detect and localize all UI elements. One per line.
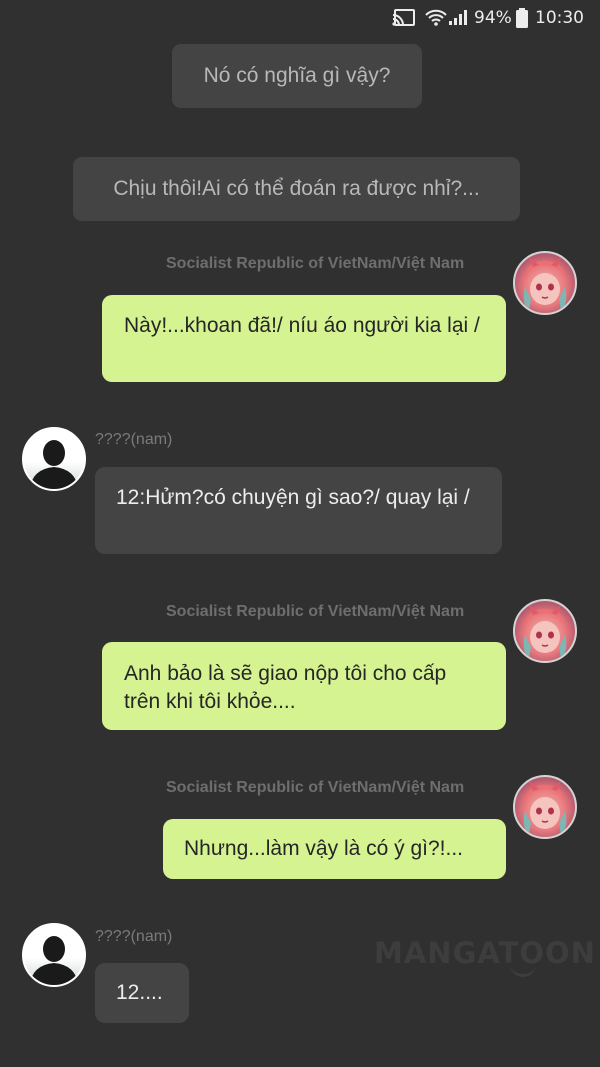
sender-name: Socialist Republic of VietNam/Việt Nam	[166, 779, 465, 796]
sender-name: ????(nam)	[95, 928, 173, 945]
message-bubble: 12:Hửm?có chuyện gì sao?/ quay lại /	[95, 467, 502, 554]
clock: 10:30	[535, 8, 584, 28]
anime-character-avatar[interactable]	[513, 775, 577, 839]
system-message: Nó có nghĩa gì vậy?	[172, 44, 422, 108]
sender-name: ????(nam)	[95, 431, 173, 448]
silhouette-avatar[interactable]	[22, 427, 86, 491]
anime-character-avatar[interactable]	[513, 599, 577, 663]
anime-character-avatar[interactable]	[513, 251, 577, 315]
system-message: Chịu thôi!Ai có thể đoán ra được nhỉ?...	[73, 157, 520, 221]
message-bubble: Anh bảo là sẽ giao nộp tôi cho cấp trên …	[102, 642, 506, 730]
message-bubble: Này!...khoan đã!/ níu áo người kia lại /	[102, 295, 506, 382]
wifi-icon	[424, 7, 448, 32]
status-bar: 94% 10:30	[0, 0, 600, 36]
message-bubble: 12....	[95, 963, 189, 1023]
signal-icon	[448, 10, 470, 31]
cast-icon	[392, 8, 416, 33]
battery-percent: 94%	[474, 8, 512, 28]
watermark-logo: MANGATOON	[374, 936, 596, 970]
battery-icon	[516, 8, 528, 33]
watermark-smile-icon	[510, 962, 536, 977]
sender-name: Socialist Republic of VietNam/Việt Nam	[166, 603, 465, 620]
message-bubble: Nhưng...làm vậy là có ý gì?!...	[163, 819, 506, 879]
silhouette-avatar[interactable]	[22, 923, 86, 987]
sender-name: Socialist Republic of VietNam/Việt Nam	[166, 255, 465, 272]
